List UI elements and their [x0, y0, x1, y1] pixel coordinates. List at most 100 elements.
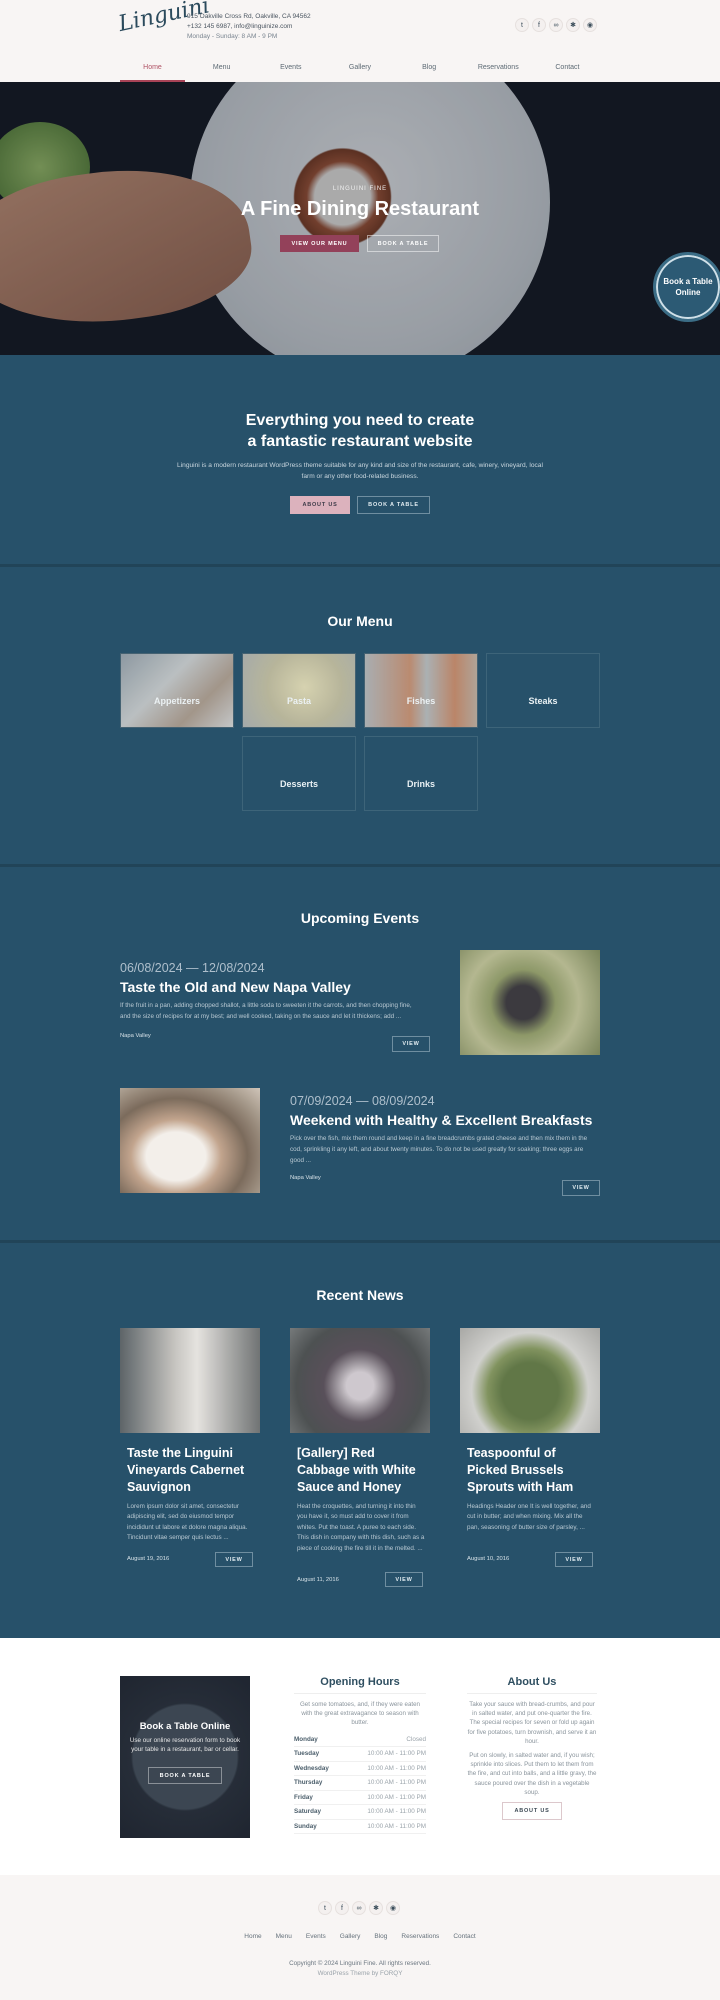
footer-nav-reservations[interactable]: Reservations — [401, 1933, 439, 1940]
credit-link[interactable]: FORQY — [380, 1970, 402, 1977]
hours-value: 10:00 AM - 11:00 PM — [367, 1808, 426, 1816]
tripadvisor-icon[interactable]: ∞ — [352, 1901, 366, 1915]
menu-tile-steaks[interactable]: Steaks — [486, 653, 600, 728]
hero: LINGUINI FINE A Fine Dining Restaurant V… — [0, 82, 720, 355]
tripadvisor-icon[interactable]: ∞ — [549, 18, 563, 32]
event-item: 07/09/2024 — 08/09/2024 Weekend with Hea… — [290, 1094, 605, 1181]
news-card-date: August 19, 2016 — [127, 1556, 170, 1562]
hours-day: Sunday — [294, 1822, 317, 1830]
intro-title-line: Everything you need to create — [245, 412, 475, 429]
about-button[interactable]: ABOUT US — [502, 1802, 562, 1821]
hours-day: Wednesday — [294, 1764, 329, 1772]
event-image[interactable] — [120, 1088, 260, 1193]
nav-contact[interactable]: Contact — [535, 60, 600, 82]
menu-tile-drinks[interactable]: Drinks — [364, 736, 478, 811]
event-text: Pick over the fish, mix them round and k… — [290, 1135, 588, 1164]
news-card-title[interactable]: Teaspoonful of Picked Brussels Sprouts w… — [467, 1445, 595, 1496]
hours-day: Tuesday — [294, 1750, 320, 1758]
nav-events[interactable]: Events — [258, 60, 323, 82]
hours-row: Sunday 10:00 AM - 11:00 PM — [294, 1820, 426, 1835]
header-socials: t f ∞ ✱ ◉ — [515, 18, 597, 32]
news-card-title[interactable]: Taste the Linguini Vineyards Cabernet Sa… — [127, 1445, 252, 1496]
about-title: About Us — [507, 1676, 557, 1688]
hours-row: Wednesday 10:00 AM - 11:00 PM — [294, 1762, 426, 1777]
menu-tile-label: Desserts — [279, 778, 319, 789]
news-view-button[interactable]: VIEW — [385, 1572, 423, 1587]
credit-text: WordPress Theme by — [317, 1970, 381, 1977]
phone-email-link[interactable]: +132 145 6987, info@linguinize.com — [187, 22, 311, 32]
hours-row: Thursday 10:00 AM - 11:00 PM — [294, 1776, 426, 1791]
news-card-text: Lorem ipsum dolor sit amet, consectetur … — [127, 1503, 248, 1542]
news-view-button[interactable]: VIEW — [215, 1552, 253, 1567]
news-card: Teaspoonful of Picked Brussels Sprouts w… — [467, 1445, 595, 1533]
menu-tile-pasta[interactable]: Pasta — [242, 653, 356, 728]
news-card-title[interactable]: [Gallery] Red Cabbage with White Sauce a… — [297, 1445, 425, 1496]
footer-nav-events[interactable]: Events — [306, 1933, 326, 1940]
event-view-button[interactable]: VIEW — [392, 1036, 430, 1052]
hero-title: A Fine Dining Restaurant — [240, 198, 480, 220]
menu-tile-fishes[interactable]: Fishes — [364, 653, 478, 728]
hours-value: 10:00 AM - 11:00 PM — [367, 1764, 426, 1772]
nav-gallery[interactable]: Gallery — [327, 60, 392, 82]
event-view-button[interactable]: VIEW — [562, 1180, 600, 1196]
hours-row: Monday Closed — [294, 1733, 426, 1748]
opening-hours: Opening Hours Get some tomatoes, and, if… — [294, 1676, 426, 1835]
yelp-icon[interactable]: ✱ — [369, 1901, 383, 1915]
floating-book-table-button[interactable]: Book a Table Online — [653, 252, 720, 322]
footer-nav-gallery[interactable]: Gallery — [340, 1933, 361, 1940]
news-image[interactable] — [120, 1328, 260, 1433]
hours-row: Saturday 10:00 AM - 11:00 PM — [294, 1805, 426, 1820]
about-us-button[interactable]: ABOUT US — [290, 496, 350, 514]
footer-nav-home[interactable]: Home — [244, 1933, 261, 1940]
intro-book-table-button[interactable]: BOOK A TABLE — [357, 496, 430, 514]
facebook-icon[interactable]: f — [532, 18, 546, 32]
yelp-icon[interactable]: ✱ — [566, 18, 580, 32]
menu-tile-appetizers[interactable]: Appetizers — [120, 653, 234, 728]
booking-text: Use our online reservation form to book … — [129, 1737, 241, 1753]
news-card-text: Headings Header one It is well together,… — [467, 1503, 591, 1531]
about-text: Put on slowly, in salted water and, if y… — [467, 1752, 597, 1796]
nav-blog[interactable]: Blog — [397, 60, 462, 82]
booking-button[interactable]: BOOK A TABLE — [148, 1767, 222, 1784]
hours-row: Tuesday 10:00 AM - 11:00 PM — [294, 1747, 426, 1762]
footer-nav-menu[interactable]: Menu — [276, 1933, 292, 1940]
news-image[interactable] — [290, 1328, 430, 1433]
about-text: Take your sauce with bread-crumbs, and p… — [467, 1701, 597, 1745]
news-image[interactable] — [460, 1328, 600, 1433]
event-title[interactable]: Weekend with Healthy & Excellent Breakfa… — [290, 1112, 605, 1128]
news-title: Recent News — [316, 1287, 404, 1303]
event-image[interactable] — [460, 950, 600, 1055]
news-card-text: Heat the croquettes, and turning it into… — [297, 1503, 425, 1552]
footer-nav: Home Menu Events Gallery Blog Reservatio… — [0, 1933, 720, 1940]
hours-day: Thursday — [294, 1779, 323, 1787]
menu-tile-label: Appetizers — [153, 695, 200, 706]
intro-text: Linguini is a modern restaurant WordPres… — [0, 460, 720, 482]
twitter-icon[interactable]: t — [515, 18, 529, 32]
menu-tile-desserts[interactable]: Desserts — [242, 736, 356, 811]
news-card-date: August 10, 2016 — [467, 1556, 510, 1562]
twitter-icon[interactable]: t — [318, 1901, 332, 1915]
view-menu-button[interactable]: VIEW OUR MENU — [280, 235, 359, 252]
section-divider — [0, 1240, 720, 1243]
hours-value: 10:00 AM - 11:00 PM — [367, 1822, 426, 1830]
footer-nav-contact[interactable]: Contact — [453, 1933, 475, 1940]
foursquare-icon[interactable]: ◉ — [583, 18, 597, 32]
section-divider — [0, 864, 720, 867]
event-title[interactable]: Taste the Old and New Napa Valley — [120, 979, 440, 995]
section-divider — [0, 564, 720, 567]
event-text: If the fruit in a pan, adding chopped sh… — [120, 1002, 412, 1020]
nav-menu[interactable]: Menu — [189, 60, 254, 82]
address-link[interactable]: 915 Oakville Cross Rd, Oakville, CA 9456… — [187, 12, 311, 22]
footer-nav-blog[interactable]: Blog — [374, 1933, 387, 1940]
opening-hours-title: Opening Hours — [320, 1676, 400, 1688]
nav-reservations[interactable]: Reservations — [466, 60, 531, 82]
news-card: Taste the Linguini Vineyards Cabernet Sa… — [127, 1445, 252, 1544]
facebook-icon[interactable]: f — [335, 1901, 349, 1915]
foursquare-icon[interactable]: ◉ — [386, 1901, 400, 1915]
hours-value: Closed — [406, 1735, 426, 1743]
news-view-button[interactable]: VIEW — [555, 1552, 593, 1567]
about-column: About Us Take your sauce with bread-crum… — [467, 1676, 597, 1821]
hero-book-table-button[interactable]: BOOK A TABLE — [367, 235, 439, 252]
nav-home[interactable]: Home — [120, 60, 185, 82]
menu-title: Our Menu — [327, 613, 393, 629]
